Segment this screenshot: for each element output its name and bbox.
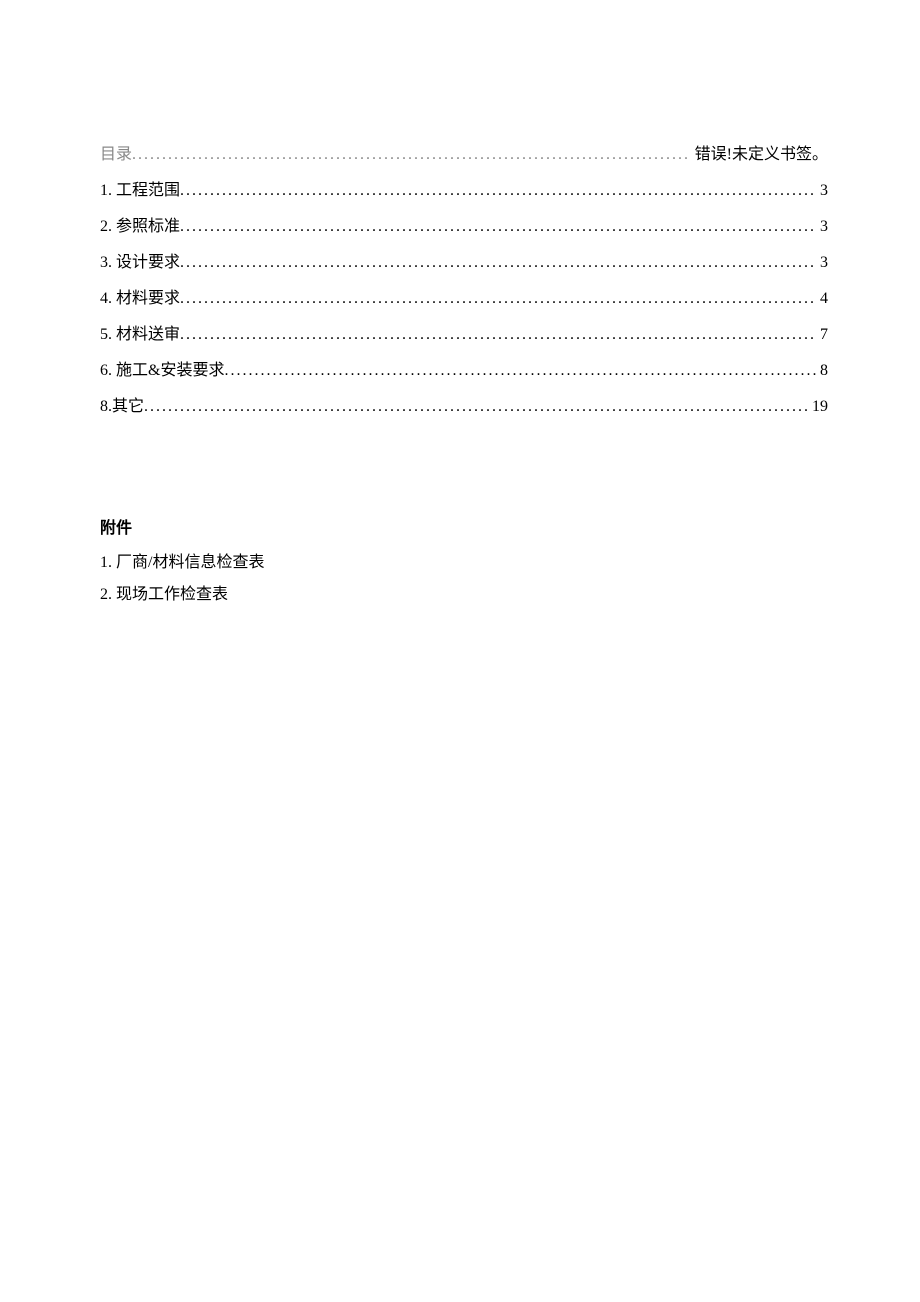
toc-page: 3 (816, 254, 828, 272)
toc-dots: ........................................… (224, 362, 816, 380)
toc-label: 目录 (100, 140, 132, 164)
toc-dots: ........................................… (180, 290, 816, 308)
toc-label: 8.其它 (100, 392, 144, 416)
toc-entry: 目录 .....................................… (100, 140, 828, 164)
toc-page: 3 (816, 218, 828, 236)
toc-label: 3. 设计要求 (100, 248, 180, 272)
toc-entry: 4. 材料要求 ................................… (100, 284, 828, 308)
toc-label: 1. 工程范围 (100, 176, 180, 200)
toc-page: 4 (816, 290, 828, 308)
attachments-heading: 附件 (100, 514, 828, 538)
toc-dots: ........................................… (144, 398, 808, 416)
toc-entry: 6. 施工&安装要求 .............................… (100, 356, 828, 380)
toc-entry: 2. 参照标准 ................................… (100, 212, 828, 236)
toc-entry: 1. 工程范围 ................................… (100, 176, 828, 200)
toc-dots: ........................................… (180, 218, 816, 236)
toc-label: 4. 材料要求 (100, 284, 180, 308)
attachments-section: 附件 1. 厂商/材料信息检查表 2. 现场工作检查表 (100, 514, 828, 604)
toc-dots: ........................................… (180, 326, 816, 344)
attachment-item: 2. 现场工作检查表 (100, 580, 828, 604)
toc-entry: 5. 材料送审 ................................… (100, 320, 828, 344)
toc-page: 错误!未定义书签。 (691, 140, 828, 164)
toc-page: 3 (816, 182, 828, 200)
toc-section: 目录 .....................................… (100, 140, 828, 416)
toc-entry: 3. 设计要求 ................................… (100, 248, 828, 272)
toc-page: 19 (808, 398, 828, 416)
toc-page: 7 (816, 326, 828, 344)
toc-label: 6. 施工&安装要求 (100, 356, 224, 380)
toc-page: 8 (816, 362, 828, 380)
toc-label: 2. 参照标准 (100, 212, 180, 236)
attachment-item: 1. 厂商/材料信息检查表 (100, 548, 828, 572)
toc-dots: ........................................… (180, 182, 816, 200)
toc-label: 5. 材料送审 (100, 320, 180, 344)
toc-dots: ........................................… (132, 146, 691, 164)
toc-entry: 8.其它 ...................................… (100, 392, 828, 416)
toc-dots: ........................................… (180, 254, 816, 272)
